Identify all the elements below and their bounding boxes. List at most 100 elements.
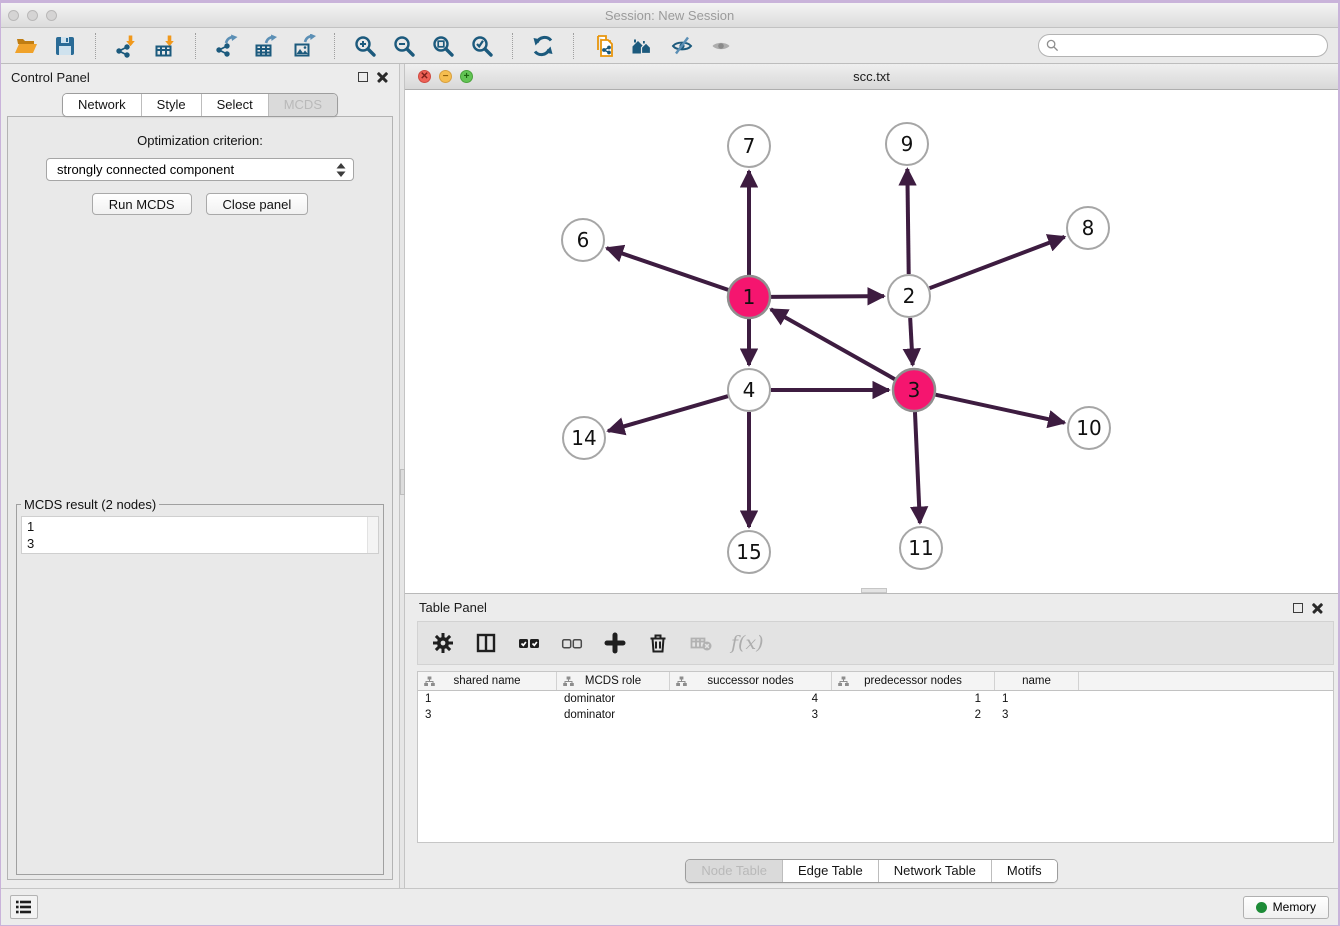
table-options-button[interactable] — [430, 629, 456, 657]
graph-edge-3-10[interactable] — [935, 395, 1064, 423]
show-columns-button[interactable] — [473, 629, 499, 657]
node-table[interactable]: shared nameMCDS rolesuccessor nodesprede… — [417, 671, 1334, 843]
tab-style[interactable]: Style — [141, 94, 201, 116]
open-folder-icon — [14, 34, 38, 58]
tab-mcds[interactable]: MCDS — [268, 94, 337, 116]
table-cell[interactable]: 3 — [418, 709, 557, 721]
horizontal-splitter-handle[interactable] — [861, 588, 887, 593]
control-panel-float-button[interactable] — [358, 72, 368, 82]
column-tree-icon — [424, 676, 435, 687]
columns-icon — [474, 631, 498, 655]
network-canvas[interactable]: 7968124314101511 — [405, 90, 1338, 593]
table-cell[interactable]: 2 — [832, 709, 995, 721]
import-table-button[interactable] — [150, 32, 180, 60]
zoom-out-button[interactable] — [389, 32, 419, 60]
control-panel-close-button[interactable] — [377, 71, 389, 83]
column-label: name — [1022, 675, 1051, 687]
table-panel-float-button[interactable] — [1293, 603, 1303, 613]
table-toolbar: f(x) — [417, 621, 1334, 665]
column-header-name[interactable]: name — [995, 672, 1079, 690]
graph-node-label-4: 4 — [743, 378, 756, 402]
column-header-successor-nodes[interactable]: successor nodes — [670, 672, 832, 690]
zoom-selected-button[interactable] — [467, 32, 497, 60]
graph-node-label-10: 10 — [1076, 416, 1101, 440]
table-tab-node-table[interactable]: Node Table — [686, 860, 782, 882]
graph-node-label-11: 11 — [908, 536, 933, 560]
column-header-shared-name[interactable]: shared name — [418, 672, 557, 690]
fx-icon: f(x) — [731, 632, 764, 654]
toolbar-separator — [573, 33, 574, 59]
apply-preferred-layout-button[interactable] — [528, 32, 558, 60]
table-cell[interactable]: 3 — [995, 709, 1079, 721]
table-cell[interactable]: 4 — [670, 693, 832, 705]
column-header-MCDS-role[interactable]: MCDS role — [557, 672, 670, 690]
delete-row-button[interactable] — [645, 629, 671, 657]
optimization-criterion-select[interactable]: strongly connected component — [46, 158, 354, 181]
application-window: Session: New Session — [0, 0, 1340, 926]
table-panel-header: Table Panel — [405, 594, 1338, 621]
result-scrollbar[interactable] — [367, 517, 378, 553]
refresh-icon — [531, 34, 555, 58]
table-tab-edge-table[interactable]: Edge Table — [782, 860, 878, 882]
graph-edge-1-2[interactable] — [771, 296, 884, 297]
graph-edge-2-8[interactable] — [930, 237, 1065, 288]
run-mcds-button[interactable]: Run MCDS — [92, 193, 192, 215]
graph-edge-2-3[interactable] — [910, 318, 913, 365]
show-all-button[interactable] — [706, 32, 736, 60]
table-tab-motifs[interactable]: Motifs — [991, 860, 1057, 882]
function-builder-button[interactable]: f(x) — [731, 629, 764, 657]
export-network-button[interactable] — [211, 32, 241, 60]
table-cell[interactable]: dominator — [557, 693, 670, 705]
export-table-button[interactable] — [250, 32, 280, 60]
select-all-button[interactable] — [516, 629, 542, 657]
zoom-in-button[interactable] — [350, 32, 380, 60]
clone-network-icon — [592, 34, 616, 58]
table-cell[interactable]: dominator — [557, 709, 670, 721]
save-session-button[interactable] — [50, 32, 80, 60]
export-image-button[interactable] — [289, 32, 319, 60]
table-row[interactable]: 3dominator323 — [418, 707, 1333, 723]
deselect-all-button[interactable] — [559, 629, 585, 657]
graph-edge-2-9[interactable] — [907, 169, 908, 274]
graph-node-label-1: 1 — [743, 285, 756, 309]
table-cell[interactable]: 1 — [832, 693, 995, 705]
graph-node-label-6: 6 — [577, 228, 590, 252]
network-view-titlebar: ✕ − + scc.txt — [405, 64, 1338, 90]
mcds-result-textarea[interactable]: 1 3 — [21, 516, 379, 554]
memory-status-dot — [1256, 902, 1267, 913]
network-view-title: scc.txt — [405, 69, 1338, 84]
table-tab-network-table[interactable]: Network Table — [878, 860, 991, 882]
table-panel-close-button[interactable] — [1312, 602, 1324, 614]
memory-label: Memory — [1273, 900, 1316, 914]
zoom-fit-button[interactable] — [428, 32, 458, 60]
column-header-predecessor-nodes[interactable]: predecessor nodes — [832, 672, 995, 690]
hide-selected-button[interactable] — [667, 32, 697, 60]
delete-table-button[interactable] — [688, 629, 714, 657]
graph-edge-3-1[interactable] — [771, 309, 895, 379]
add-row-button[interactable] — [602, 629, 628, 657]
table-cell[interactable]: 1 — [995, 693, 1079, 705]
table-cell[interactable]: 1 — [418, 693, 557, 705]
delete-table-icon — [689, 631, 713, 655]
statusbar: Memory — [1, 888, 1338, 925]
open-session-button[interactable] — [11, 32, 41, 60]
import-network-icon — [114, 34, 138, 58]
first-neighbors-button[interactable] — [628, 32, 658, 60]
network-graph: 7968124314101511 — [405, 90, 1338, 593]
tab-select[interactable]: Select — [201, 94, 268, 116]
import-network-button[interactable] — [111, 32, 141, 60]
memory-button[interactable]: Memory — [1243, 896, 1329, 919]
graph-edge-3-11[interactable] — [915, 412, 920, 523]
tab-network[interactable]: Network — [63, 94, 141, 116]
task-history-button[interactable] — [10, 895, 38, 919]
table-row[interactable]: 1dominator411 — [418, 691, 1333, 707]
close-panel-button[interactable]: Close panel — [206, 193, 309, 215]
table-cell[interactable]: 3 — [670, 709, 832, 721]
graph-edge-4-14[interactable] — [608, 396, 728, 431]
zoom-fit-icon — [431, 34, 455, 58]
graph-edge-1-6[interactable] — [607, 248, 729, 290]
eye-disabled-icon — [709, 34, 733, 58]
column-tree-icon — [838, 676, 849, 687]
search-input[interactable] — [1038, 34, 1328, 57]
clone-network-button[interactable] — [589, 32, 619, 60]
